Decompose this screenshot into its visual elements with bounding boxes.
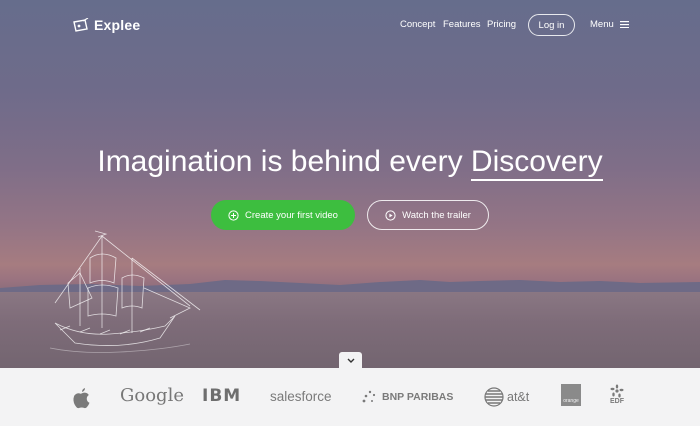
att-globe-icon <box>484 387 504 407</box>
ibm-logo: IBM <box>202 386 242 406</box>
create-video-button[interactable]: Create your first video <box>211 200 355 230</box>
orange-logo: orange <box>561 384 581 406</box>
salesforce-logo: salesforce <box>270 389 332 404</box>
brand-logo[interactable]: Explee <box>72 15 140 35</box>
edf-label: EDF <box>610 398 624 405</box>
watch-trailer-button[interactable]: Watch the trailer <box>367 200 489 230</box>
apple-logo <box>72 387 91 409</box>
play-circle-icon <box>385 209 396 221</box>
client-logos-bar: Google IBM salesforce BNP PARIBAS at&t o… <box>0 368 700 426</box>
menu-button[interactable]: Menu <box>590 19 629 30</box>
hero-section: Explee Concept Features Pricing Log in M… <box>0 0 700 368</box>
google-logo: Google <box>120 385 184 406</box>
att-logo: at&t <box>484 387 529 407</box>
orange-label: orange <box>563 398 579 404</box>
nav-link-concept[interactable]: Concept <box>400 19 435 30</box>
explee-logo-icon <box>73 18 89 32</box>
nav-link-pricing[interactable]: Pricing <box>487 19 516 30</box>
nav-link-features[interactable]: Features <box>443 19 481 30</box>
edf-logo: EDF <box>610 384 624 405</box>
top-nav: Explee Concept Features Pricing Log in M… <box>0 0 700 52</box>
bnp-label: BNP PARIBAS <box>382 391 454 403</box>
menu-label: Menu <box>590 19 614 30</box>
hamburger-icon <box>619 21 629 28</box>
hero-headline: Imagination is behind every Discovery <box>0 145 700 181</box>
watch-trailer-label: Watch the trailer <box>402 209 471 221</box>
att-label: at&t <box>507 390 530 404</box>
create-video-label: Create your first video <box>245 209 338 221</box>
headline-highlight: Discovery <box>470 145 603 181</box>
headline-text: Imagination is behind every <box>97 145 463 178</box>
bnp-paribas-logo: BNP PARIBAS <box>361 389 453 405</box>
plus-circle-icon <box>228 209 239 221</box>
apple-icon <box>73 388 90 409</box>
bnp-stars-icon <box>362 390 376 403</box>
scroll-down-button[interactable] <box>339 352 362 369</box>
edf-flower-icon <box>610 384 624 398</box>
login-button[interactable]: Log in <box>528 14 575 36</box>
ship-illustration <box>49 230 201 353</box>
brand-name: Explee <box>94 17 141 33</box>
chevron-down-icon <box>347 358 354 363</box>
